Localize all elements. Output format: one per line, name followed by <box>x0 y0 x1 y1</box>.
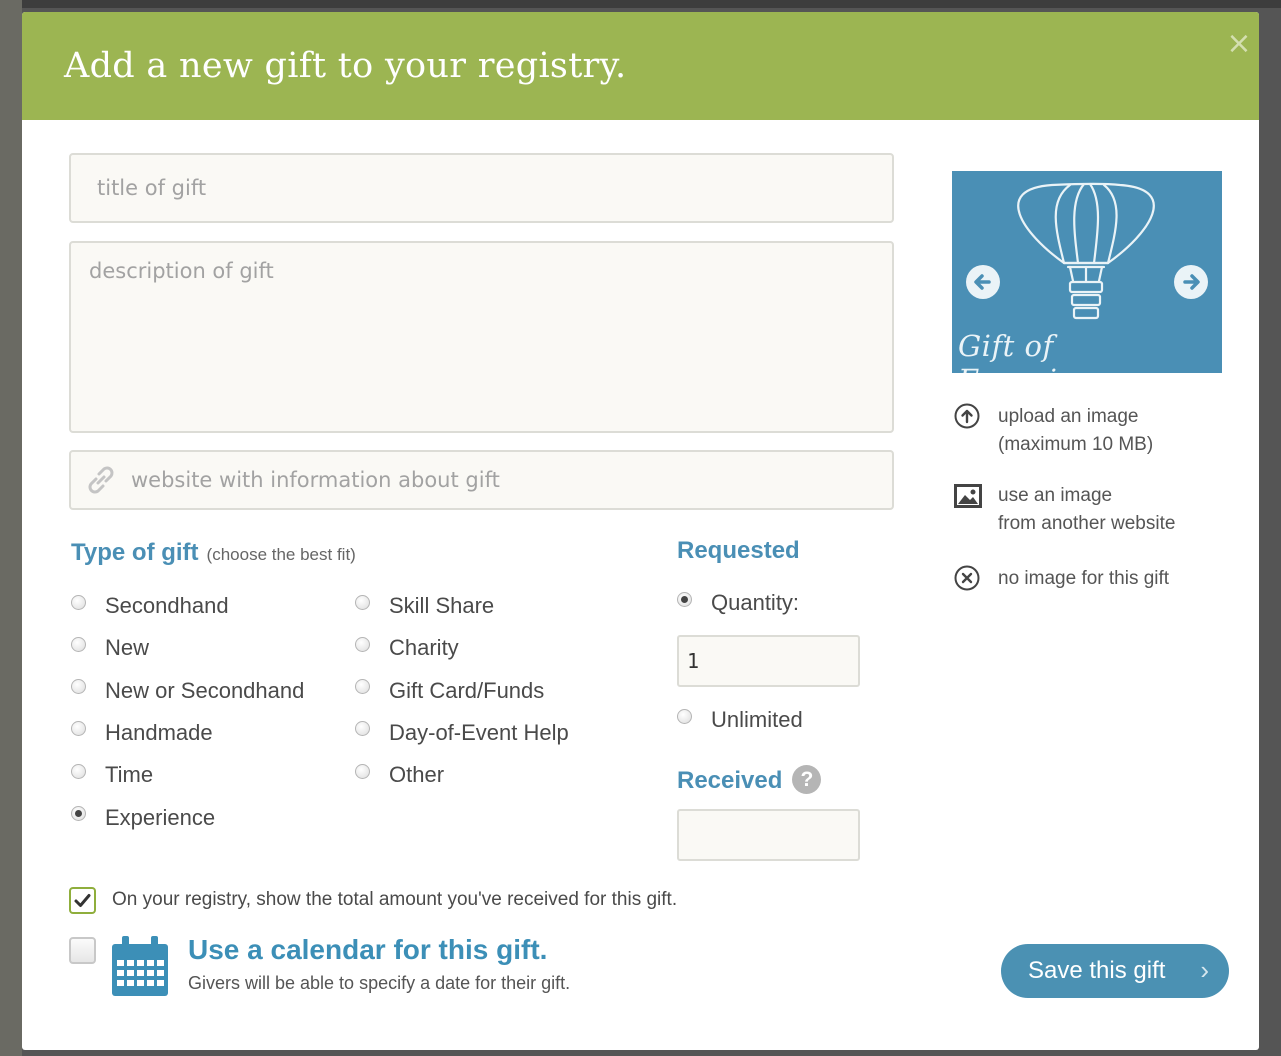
gift-type-radio-dot[interactable] <box>355 721 370 737</box>
gift-type-label: Other <box>389 762 445 788</box>
gift-type-option[interactable]: New <box>71 633 149 663</box>
gift-image-caption: Gift of Experience <box>958 329 1128 373</box>
quantity-radio-label: Quantity: <box>711 590 800 615</box>
page-backdrop <box>0 0 22 1056</box>
gift-type-option[interactable]: New or Secondhand <box>71 676 304 706</box>
calendar-option-title[interactable]: Use a calendar for this gift. <box>188 934 547 966</box>
calendar-checkbox[interactable] <box>69 937 96 964</box>
gift-type-label: New or Secondhand <box>105 677 305 703</box>
gift-type-radio-dot[interactable] <box>355 636 370 652</box>
gift-title-input[interactable] <box>69 153 894 223</box>
no-image-option[interactable]: no image for this gift <box>952 565 1169 597</box>
modal-header: Add a new gift to your registry. × <box>22 12 1259 120</box>
gift-type-label: Secondhand <box>105 593 229 618</box>
calendar-icon <box>112 936 168 996</box>
gift-type-radio-dot[interactable] <box>71 721 86 737</box>
arrow-right-icon <box>1183 274 1200 290</box>
checkmark-icon <box>74 894 91 907</box>
show-total-checkbox[interactable] <box>69 887 96 914</box>
modal-title: Add a new gift to your registry. <box>64 46 627 86</box>
received-label: Received <box>677 767 783 794</box>
requested-heading: Requested <box>677 537 800 564</box>
received-heading: Received? <box>677 765 822 795</box>
next-image-button[interactable] <box>1174 265 1208 299</box>
gift-type-label: Gift Card/Funds <box>389 677 545 703</box>
arrow-left-icon <box>974 274 991 290</box>
unlimited-radio-dot[interactable] <box>677 708 692 724</box>
gift-type-option[interactable]: Time <box>71 760 153 790</box>
chevron-right-icon: › <box>1200 955 1209 985</box>
image-icon <box>954 484 982 508</box>
gift-type-label: Skill Share <box>389 593 495 618</box>
gift-type-radio-dot[interactable] <box>71 806 86 821</box>
gift-type-label: Time <box>105 762 154 788</box>
save-gift-label: Save this gift <box>1028 957 1166 984</box>
unlimited-radio-label: Unlimited <box>711 707 803 732</box>
gift-type-radio-dot[interactable] <box>355 763 370 779</box>
gift-type-label: Charity <box>389 635 459 661</box>
page-backdrop-top <box>0 0 1281 8</box>
gift-url-input[interactable] <box>131 452 871 508</box>
previous-image-button[interactable] <box>966 265 1000 299</box>
type-of-gift-heading: Type of gift (choose the best fit) <box>71 539 356 567</box>
gift-type-label: Handmade <box>105 719 213 745</box>
gift-type-option[interactable]: Charity <box>355 633 459 663</box>
gift-type-option[interactable]: Handmade <box>71 718 213 748</box>
gift-type-option[interactable]: Gift Card/Funds <box>355 676 544 706</box>
no-image-label: no image for this gift <box>998 568 1170 589</box>
quantity-input[interactable] <box>677 635 860 687</box>
gift-type-radio-dot[interactable] <box>355 679 370 695</box>
close-icon[interactable]: × <box>1223 28 1255 60</box>
remove-circle-icon <box>954 565 980 591</box>
link-icon <box>88 466 114 494</box>
gift-type-radio-dot[interactable] <box>71 636 86 652</box>
gift-type-radio-dot[interactable] <box>71 679 86 695</box>
gift-type-label: New <box>105 635 150 661</box>
save-gift-button[interactable]: Save this gift › <box>1001 944 1229 998</box>
gift-type-radio-dot[interactable] <box>71 594 86 610</box>
web-image-label: use an image <box>998 485 1113 506</box>
show-total-label: On your registry, show the total amount … <box>112 889 678 910</box>
gift-type-label: Experience <box>105 804 216 830</box>
received-input[interactable] <box>677 809 860 861</box>
gift-type-label: Day-of-Event Help <box>389 719 569 745</box>
web-image-option[interactable]: use an image from another website <box>952 482 1175 538</box>
quantity-radio-dot[interactable] <box>677 591 692 607</box>
gift-type-option[interactable]: Day-of-Event Help <box>355 718 569 748</box>
gift-type-option[interactable]: Skill Share <box>355 591 494 621</box>
gift-image-preview: Gift of Experience <box>952 171 1222 373</box>
upload-icon <box>954 403 980 429</box>
gift-type-option[interactable]: Experience <box>71 803 215 833</box>
requested-unlimited-radio[interactable]: Unlimited <box>677 705 803 735</box>
help-icon[interactable]: ? <box>792 765 822 794</box>
requested-quantity-radio[interactable]: Quantity: <box>677 588 799 618</box>
gift-type-option[interactable]: Other <box>355 760 444 790</box>
gift-description-input[interactable] <box>69 241 894 433</box>
calendar-option-subtitle: Givers will be able to specify a date fo… <box>188 973 571 993</box>
gift-type-radio-dot[interactable] <box>71 763 86 779</box>
type-of-gift-hint: (choose the best fit) <box>206 545 356 564</box>
upload-image-label: upload an image <box>998 406 1139 427</box>
add-gift-modal: Add a new gift to your registry. × Type … <box>22 12 1259 1050</box>
upload-image-option[interactable]: upload an image (maximum 10 MB) <box>952 403 1153 459</box>
type-of-gift-label: Type of gift <box>71 539 199 566</box>
upload-image-limit: (maximum 10 MB) <box>998 434 1154 455</box>
web-image-sub: from another website <box>998 513 1176 534</box>
gift-type-radio-dot[interactable] <box>355 594 370 610</box>
gift-type-option[interactable]: Secondhand <box>71 591 229 621</box>
gift-url-field[interactable] <box>69 450 894 510</box>
